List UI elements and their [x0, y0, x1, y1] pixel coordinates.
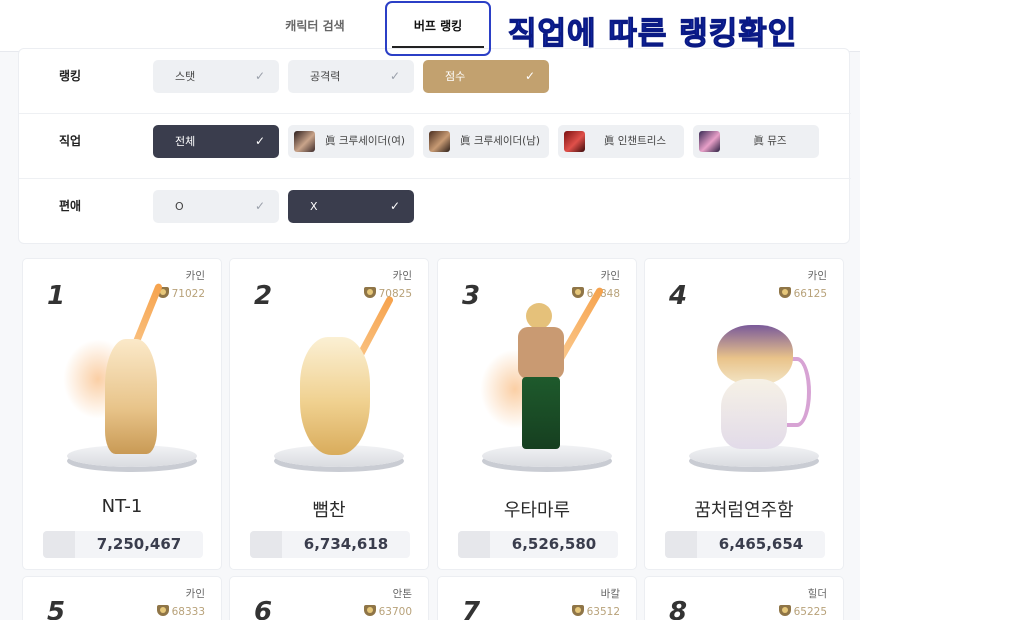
- power-fill: [250, 531, 282, 558]
- character-figure: [665, 279, 825, 479]
- filter-label-favorite: 편애: [59, 199, 82, 213]
- crusader-female-portrait-icon: [294, 131, 315, 152]
- check-icon: ✓: [254, 199, 265, 213]
- rank-number: 5: [47, 597, 66, 620]
- ranking-card[interactable]: 4 카인 66125 꿈처럼연주함 6,465,654: [644, 258, 844, 570]
- buff-power-value: 6,526,580: [511, 535, 597, 553]
- buff-power-bar: 6,734,618: [250, 531, 410, 558]
- ranking-card[interactable]: 3 카인 64848 우타마루 6,526,580: [437, 258, 637, 570]
- chip-attack[interactable]: 공격력 ✓: [288, 60, 414, 93]
- check-icon: ✓: [524, 69, 535, 83]
- chip-label: 공격력: [310, 70, 341, 83]
- chip-job-crusader-female[interactable]: 眞 크루세이더(여): [288, 125, 414, 158]
- filter-row-favorite: 편애 O ✓ X ✓: [19, 179, 851, 244]
- buff-power-value: 7,250,467: [96, 535, 182, 553]
- muse-portrait-icon: [699, 131, 720, 152]
- tab-character-search[interactable]: 캐릭터 검색: [270, 0, 360, 52]
- chip-label: 전체: [175, 135, 196, 148]
- main-content: 캐릭터 검색 버프 랭킹 랭킹 스탯 ✓ 공격력 ✓ 점수 ✓ 직업 전체 ✓ …: [0, 0, 860, 620]
- filter-row-ranking: 랭킹 스탯 ✓ 공격력 ✓ 점수 ✓: [19, 49, 851, 114]
- character-sprite: [105, 339, 157, 454]
- ranking-card[interactable]: 8 힐더 65225: [644, 576, 844, 620]
- rank-number: 8: [669, 597, 688, 620]
- character-name: 꿈처럼연주함: [694, 500, 794, 521]
- score-value: 68333: [156, 605, 205, 618]
- chip-favorite-x[interactable]: X ✓: [288, 190, 414, 223]
- chip-job-all[interactable]: 전체 ✓: [153, 125, 279, 158]
- server-name: 안톤: [392, 588, 412, 600]
- medal-icon: [778, 605, 791, 616]
- rank-number: 7: [462, 597, 481, 620]
- character-name: 우타마루: [503, 500, 571, 521]
- character-name: 뻠찬: [312, 500, 346, 521]
- chip-score[interactable]: 점수 ✓: [423, 60, 549, 93]
- medal-icon: [156, 605, 169, 616]
- ranking-card[interactable]: 5 카인 68333: [22, 576, 222, 620]
- chip-job-muse[interactable]: 眞 뮤즈: [693, 125, 819, 158]
- check-icon: ✓: [254, 134, 265, 148]
- power-fill: [458, 531, 490, 558]
- score-number: 63512: [586, 606, 620, 618]
- chip-label: 스탯: [175, 70, 196, 83]
- check-icon: ✓: [389, 199, 400, 213]
- chip-label: 眞 크루세이더(남): [460, 135, 540, 147]
- character-name: NT-1: [101, 496, 143, 517]
- character-head: [717, 325, 793, 385]
- filter-label-ranking: 랭킹: [59, 69, 82, 83]
- buff-power-bar: 6,465,654: [665, 531, 825, 558]
- buff-power-value: 6,734,618: [303, 535, 389, 553]
- chip-favorite-o[interactable]: O ✓: [153, 190, 279, 223]
- character-torso: [518, 327, 564, 379]
- buff-power-bar: 7,250,467: [43, 531, 203, 558]
- ranking-card[interactable]: 2 카인 70825 뻠찬 6,734,618: [229, 258, 429, 570]
- ranking-card[interactable]: 1 카인 71022 NT-1 7,250,467: [22, 258, 222, 570]
- filter-row-job: 직업 전체 ✓ 眞 크루세이더(여) 眞 크루세이더(남) 眞 인챈트리스 眞 …: [19, 114, 851, 179]
- rank-number: 6: [254, 597, 273, 620]
- chip-label: 眞 크루세이더(여): [325, 135, 405, 147]
- enchantress-portrait-icon: [564, 131, 585, 152]
- chip-label: O: [175, 200, 184, 213]
- medal-icon: [571, 605, 584, 616]
- score-number: 68333: [171, 606, 205, 618]
- chip-label: X: [310, 200, 318, 213]
- buff-power-value: 6,465,654: [718, 535, 804, 553]
- server-name: 힐더: [807, 588, 827, 600]
- chip-job-enchantress[interactable]: 眞 인챈트리스: [558, 125, 684, 158]
- ranking-card[interactable]: 6 안톤 63700: [229, 576, 429, 620]
- character-figure: [250, 279, 410, 479]
- character-sprite: [300, 337, 370, 455]
- power-fill: [665, 531, 697, 558]
- buff-power-bar: 6,526,580: [458, 531, 618, 558]
- check-icon: ✓: [389, 69, 400, 83]
- power-fill: [43, 531, 75, 558]
- score-value: 65225: [778, 605, 827, 618]
- chip-label: 眞 뮤즈: [753, 135, 787, 147]
- chip-job-crusader-male[interactable]: 眞 크루세이더(남): [423, 125, 549, 158]
- crusader-male-portrait-icon: [429, 131, 450, 152]
- character-legs: [522, 377, 560, 449]
- medal-icon: [363, 605, 376, 616]
- character-figure: [43, 279, 203, 479]
- score-value: 63700: [363, 605, 412, 618]
- filter-label-job: 직업: [59, 134, 82, 148]
- score-number: 65225: [793, 606, 827, 618]
- character-figure: [458, 279, 618, 479]
- character-head: [526, 303, 552, 329]
- score-number: 63700: [378, 606, 412, 618]
- annotation-text: 직업에 따른 랭킹확인: [507, 15, 798, 52]
- chip-label: 眞 인챈트리스: [603, 135, 667, 147]
- chip-stat[interactable]: 스탯 ✓: [153, 60, 279, 93]
- character-body: [721, 379, 787, 449]
- chip-label: 점수: [445, 70, 466, 83]
- filter-panel: 랭킹 스탯 ✓ 공격력 ✓ 점수 ✓ 직업 전체 ✓ 眞 크루세이더(여) 眞 …: [18, 48, 851, 244]
- page: 캐릭터 검색 버프 랭킹 랭킹 스탯 ✓ 공격력 ✓ 점수 ✓ 직업 전체 ✓ …: [0, 0, 1024, 620]
- score-value: 63512: [571, 605, 620, 618]
- check-icon: ✓: [254, 69, 265, 83]
- ranking-card[interactable]: 7 바칼 63512: [437, 576, 637, 620]
- server-name: 카인: [185, 588, 205, 600]
- server-name: 바칼: [600, 588, 620, 600]
- annotation-highlight-box: [385, 1, 491, 56]
